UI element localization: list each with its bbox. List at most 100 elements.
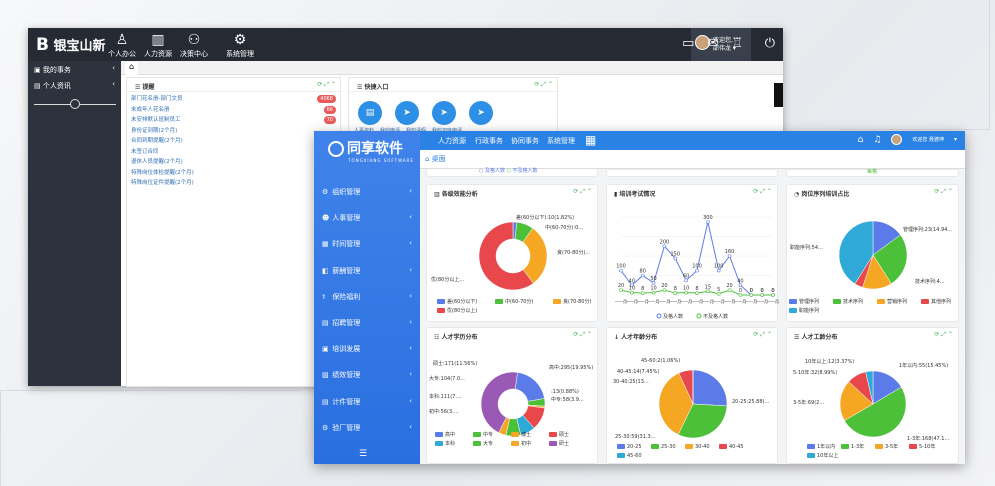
remind-item[interactable]: 身份证到期(2个月) bbox=[131, 126, 336, 137]
legend-swatch bbox=[719, 444, 727, 449]
remind-item-label: 合同到期提醒(2个月) bbox=[131, 138, 183, 144]
remind-item[interactable]: 未安排默认班制员工 70 bbox=[131, 115, 336, 126]
nav-system[interactable]: ⚙ 系统管理 bbox=[221, 31, 259, 59]
remind-item[interactable]: 合同到期提醒(2个月) bbox=[131, 136, 336, 147]
data-label: 100 bbox=[692, 264, 702, 270]
sidebar-item[interactable]: ⚕ 保险福利 ‹ bbox=[314, 286, 420, 312]
legend-swatch bbox=[435, 432, 443, 437]
mail-icon[interactable]: ✉ bbox=[707, 36, 718, 51]
remind-item[interactable]: 退休人员提醒(2个月) bbox=[131, 157, 336, 168]
legend-label: 大专 bbox=[483, 440, 493, 447]
card-position-series: ◔ 岗位序列培训占比 ⟳ ⤢ ⌃ 管理序列:23(14.94... 技术序列:4..… bbox=[786, 184, 959, 322]
card-controls[interactable]: ⟳ ⤢ ⌃ bbox=[934, 188, 953, 196]
data-label: 40-45:14(7.45%) bbox=[617, 369, 659, 375]
shirt-icon[interactable]: ♖ bbox=[731, 36, 743, 51]
sidebar-item[interactable]: ▦ 时间管理 ‹ bbox=[314, 233, 420, 259]
sidebar-item[interactable]: ▤ 招聘管理 ‹ bbox=[314, 312, 420, 338]
data-label: 30-40:25(13... bbox=[613, 379, 649, 385]
menu-toggle-icon[interactable]: ☰ bbox=[359, 449, 367, 459]
nav-hr[interactable]: 人力资源 bbox=[438, 136, 466, 146]
data-label: 45-60:2(1.06%) bbox=[641, 358, 680, 364]
legend-marker bbox=[656, 313, 662, 319]
bell-icon[interactable]: ♫ bbox=[873, 135, 881, 145]
sidebar-item-label: 时间管理 bbox=[332, 240, 361, 249]
user-name[interactable]: 欢迎您 聂德坤 bbox=[912, 136, 944, 143]
data-label: 150 bbox=[671, 251, 681, 257]
legend-label: 30-40 bbox=[695, 444, 710, 450]
nav-collab[interactable]: 协同事务 bbox=[511, 136, 539, 146]
menu-icon: ▤ bbox=[322, 397, 329, 406]
remind-item-label: 身份证到期(2个月) bbox=[131, 127, 178, 134]
data-label: 本科:111(7.... bbox=[429, 393, 462, 400]
remind-item-label: 特殊岗位体检提醒(2个月) bbox=[131, 169, 194, 176]
sidebar-item[interactable]: ▣ 培训发展 ‹ bbox=[314, 338, 420, 364]
sidebar-item[interactable]: ⚙ 验厂管理 ‹ bbox=[314, 417, 420, 443]
slider-knob[interactable] bbox=[70, 99, 80, 109]
card-controls[interactable]: ⟳ ⤢ ⌃ bbox=[753, 188, 772, 196]
sidebar: ▣ 我的事务 ‹ ▤ 个人资讯 ‹ bbox=[28, 61, 121, 386]
sidebar-item[interactable]: ⚙ 组织管理 ‹ bbox=[314, 181, 420, 207]
card-controls[interactable]: ⟳ ⤢ ⌃ bbox=[753, 331, 772, 339]
data-label: 40 bbox=[629, 278, 635, 284]
card-controls[interactable]: ⟳ ⤢ ⌃ bbox=[573, 188, 592, 196]
remind-item[interactable]: 部门花名册-部门文员 4068 bbox=[131, 94, 336, 105]
refresh-icon[interactable]: ⟳ ⤢ ⌃ bbox=[317, 81, 336, 89]
legend-swatch bbox=[473, 432, 481, 437]
sidebar-item[interactable]: ☻ 人事管理 ‹ bbox=[314, 207, 420, 233]
card-header: ◔ 岗位序列培训占比 ⟳ ⤢ ⌃ bbox=[794, 188, 953, 198]
data-label: 优(80分以上... bbox=[431, 276, 464, 283]
legend-label: 40-45 bbox=[729, 444, 744, 450]
chevron-left-icon: ‹ bbox=[409, 213, 412, 222]
card-age: ↓ 人才年龄分布 ⟳ ⤢ ⌃ 45-60:2(1.06%) 40-45:14(7.4… bbox=[606, 327, 778, 464]
power-icon[interactable]: ⏻ bbox=[765, 36, 775, 51]
legend-label: 10年以上 bbox=[817, 452, 838, 459]
legend-label: 高中 bbox=[445, 431, 455, 438]
send-icon[interactable]: ➤ bbox=[432, 101, 456, 125]
chevron-down-icon[interactable]: ▾ bbox=[954, 136, 957, 143]
sidebar-item-label: 验厂管理 bbox=[332, 423, 361, 432]
remind-item[interactable]: 未签订合同 bbox=[131, 147, 336, 158]
hr-icon: ▥ bbox=[151, 32, 165, 48]
home-icon[interactable]: ⌂ bbox=[125, 62, 138, 75]
nav-system[interactable]: 系统管理 bbox=[547, 136, 575, 146]
nav-admin[interactable]: 行政事务 bbox=[475, 136, 503, 146]
remind-item[interactable]: 特殊岗位体检提醒(2个月) bbox=[131, 168, 336, 179]
remind-item[interactable]: 特殊岗位证件提醒(2个月) bbox=[131, 178, 336, 189]
id-card-icon[interactable]: ▤ bbox=[358, 101, 382, 125]
nav-personal-office[interactable]: ♙ 个人办公 bbox=[103, 31, 141, 59]
sidebar-item[interactable]: ▤ 计件管理 ‹ bbox=[314, 391, 420, 417]
legend-swatch bbox=[833, 299, 841, 304]
sidebar-item[interactable]: ▨ 绩效管理 ‹ bbox=[314, 364, 420, 390]
refresh-icon[interactable]: ⟳ ⤢ ⌃ bbox=[534, 81, 553, 89]
card-controls[interactable]: ⟳ ⤢ ⌃ bbox=[573, 331, 592, 339]
data-label: 0 bbox=[750, 288, 753, 294]
sidebar-item-my-affairs[interactable]: ▣ 我的事务 ‹ bbox=[28, 61, 121, 77]
legend-swatch bbox=[553, 299, 561, 304]
menu-icon: ▣ bbox=[322, 345, 329, 354]
legend-swatch bbox=[495, 299, 503, 304]
menu-icon: ⚙ bbox=[322, 188, 329, 196]
tab-desktop[interactable]: ⌂ 桌面 bbox=[425, 154, 446, 164]
card-partial: ○ 及格人数 ○ 不及格人数 bbox=[426, 168, 598, 177]
sidebar-item-personal-info[interactable]: ▤ 个人资讯 ‹ bbox=[28, 77, 121, 93]
nav-hr[interactable]: ▥ 人力资源 bbox=[139, 31, 177, 59]
scroll-handle[interactable] bbox=[774, 83, 783, 107]
send-icon[interactable]: ➤ bbox=[395, 101, 419, 125]
data-label: 8 bbox=[674, 286, 677, 292]
home-icon[interactable]: ⌂ bbox=[858, 135, 864, 145]
avatar[interactable] bbox=[891, 134, 903, 145]
app-logo: 同享软件 TONGXIANG SOFTWARE bbox=[328, 138, 414, 163]
apps-icon[interactable]: ▦ bbox=[585, 133, 596, 147]
data-label: 5-10年:32(8.99%) bbox=[793, 369, 837, 376]
data-label: 160 bbox=[725, 249, 735, 255]
legend-swatch bbox=[437, 308, 445, 313]
legend-swatch bbox=[875, 444, 883, 449]
remind-item[interactable]: 未成年人花名册 66 bbox=[131, 105, 336, 116]
nav-decision[interactable]: ⚇ 决策中心 bbox=[175, 31, 213, 59]
monitor-icon[interactable]: ▭ bbox=[682, 36, 694, 51]
pie-slice bbox=[514, 372, 545, 402]
sidebar-item[interactable]: ◧ 薪酬管理 ‹ bbox=[314, 260, 420, 286]
partial-label: 每格 bbox=[867, 169, 878, 175]
card-controls[interactable]: ⟳ ⤢ ⌃ bbox=[934, 331, 953, 339]
send-icon[interactable]: ➤ bbox=[469, 101, 493, 125]
